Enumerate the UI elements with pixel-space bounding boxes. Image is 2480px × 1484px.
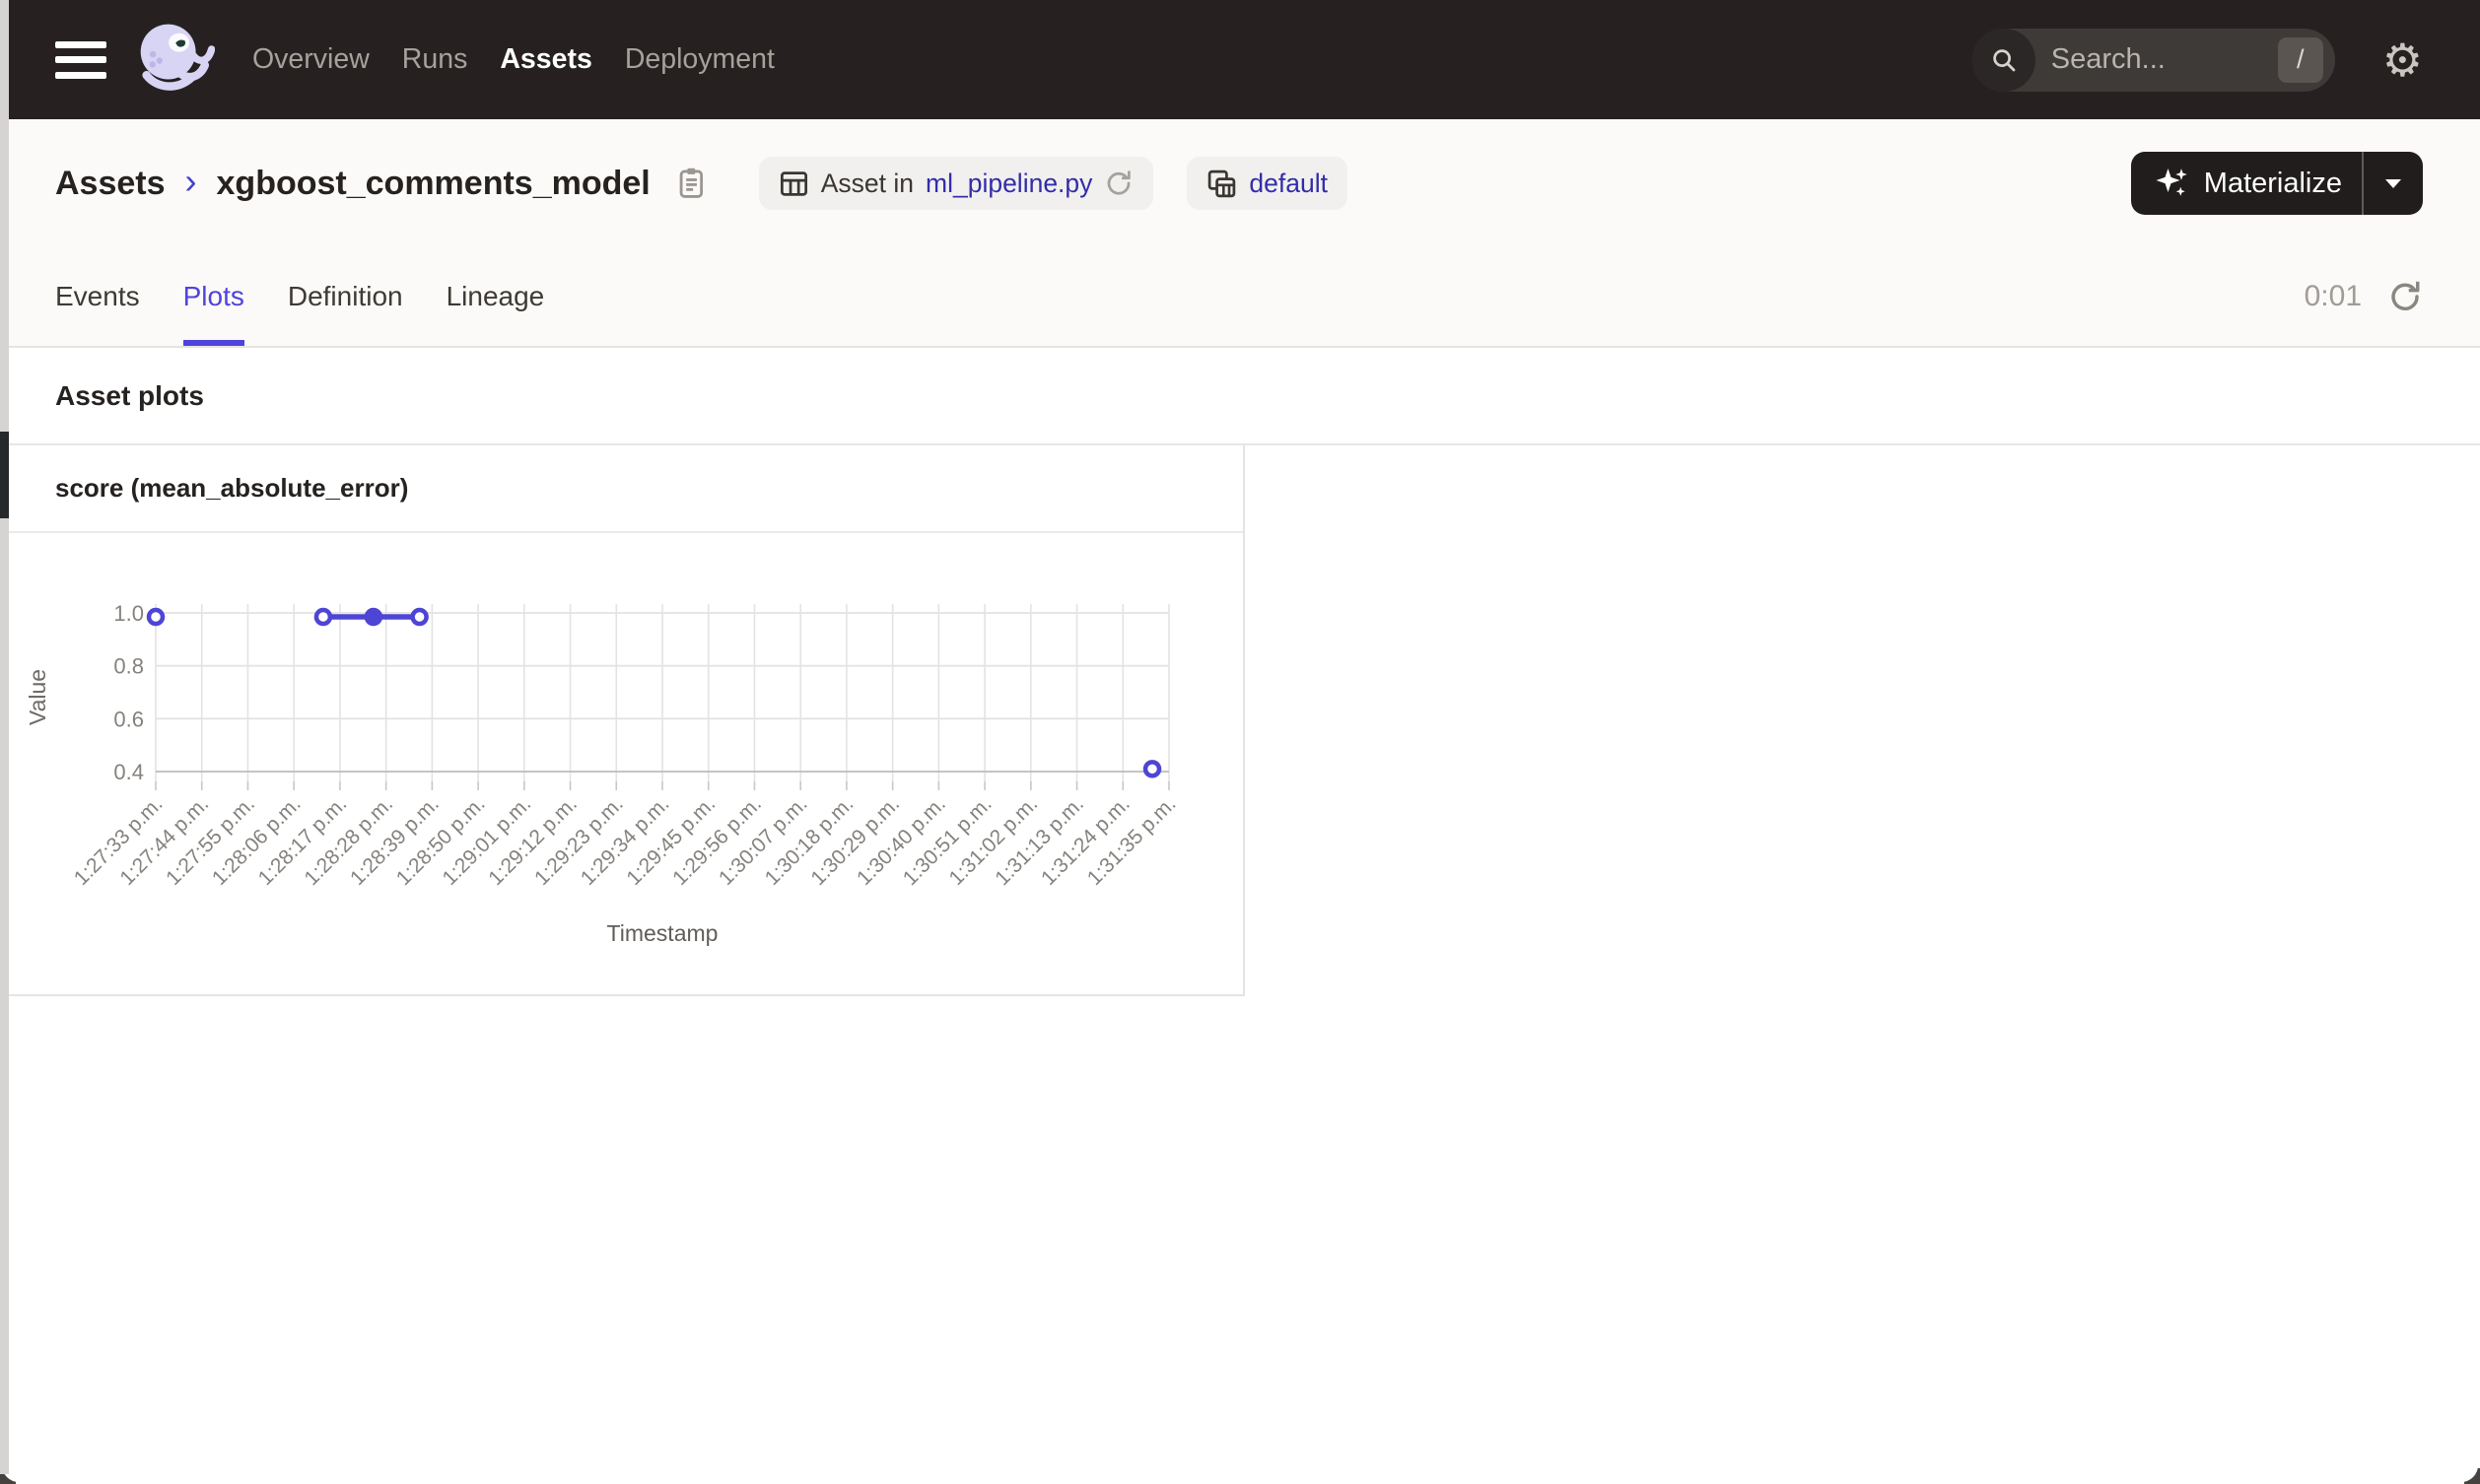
data-point[interactable] bbox=[146, 607, 166, 627]
svg-text:1.0: 1.0 bbox=[113, 601, 144, 626]
asset-header-row: Assets › xgboost_comments_model Asset in… bbox=[0, 119, 2480, 247]
reload-definition-icon[interactable] bbox=[1104, 169, 1134, 198]
asset-group-badge: default bbox=[1187, 157, 1347, 210]
line-chart[interactable]: 1:27:33 p.m. 1:27:44 p.m. 1:27:55 p.m. 1:28… bbox=[0, 533, 1243, 994]
top-nav: Overview Runs Assets Deployment / ⚙ bbox=[0, 0, 2480, 119]
asset-group-icon bbox=[1208, 169, 1236, 197]
data-point[interactable] bbox=[1142, 760, 1162, 778]
line-chart-svg[interactable]: 1:27:33 p.m.1:27:44 p.m.1:27:55 p.m.1:28… bbox=[0, 533, 1243, 994]
plot-title: score (mean_absolute_error) bbox=[55, 473, 409, 503]
svg-text:Timestamp: Timestamp bbox=[607, 920, 719, 946]
chart-series bbox=[146, 607, 1162, 778]
primary-nav-links: Overview Runs Assets Deployment bbox=[252, 43, 775, 76]
tab-events[interactable]: Events bbox=[55, 247, 140, 346]
search-box[interactable]: / bbox=[1971, 28, 2335, 92]
chart-gridlines bbox=[155, 604, 1170, 790]
tab-plots[interactable]: Plots bbox=[182, 247, 244, 346]
asset-in-label: Asset in bbox=[820, 168, 914, 198]
data-point[interactable] bbox=[410, 607, 429, 627]
page-title: xgboost_comments_model bbox=[216, 164, 651, 202]
refresh-timer: 0:01 bbox=[2304, 280, 2362, 312]
pipeline-file-link[interactable]: ml_pipeline.py bbox=[926, 169, 1092, 199]
chart-axis-labels: 1:27:33 p.m.1:27:44 p.m.1:27:55 p.m.1:28… bbox=[25, 601, 1181, 946]
nav-item-overview[interactable]: Overview bbox=[252, 43, 370, 76]
search-icon bbox=[1971, 28, 2035, 92]
breadcrumb-chevron-icon: › bbox=[184, 161, 197, 201]
section-title: Asset plots bbox=[55, 379, 204, 411]
asset-tabs-row: Events Plots Definition Lineage 0:01 bbox=[0, 247, 2480, 348]
copy-clipboard-icon[interactable] bbox=[674, 165, 708, 202]
plot-card: score (mean_absolute_error) 1:27:33 p.m.… bbox=[0, 445, 1245, 996]
data-point[interactable] bbox=[364, 607, 383, 627]
nav-item-assets[interactable]: Assets bbox=[500, 43, 591, 76]
caret-down-icon bbox=[2385, 179, 2401, 188]
sparkles-icon bbox=[2156, 169, 2187, 196]
svg-text:0.8: 0.8 bbox=[113, 654, 144, 679]
background-window-edge-dark bbox=[0, 432, 9, 518]
refresh-cluster: 0:01 bbox=[2305, 247, 2423, 346]
background-window-edge bbox=[0, 0, 9, 1474]
hamburger-menu-icon[interactable] bbox=[55, 40, 106, 79]
settings-gear-icon[interactable]: ⚙ bbox=[2382, 37, 2423, 83]
asset-plots-section-header: Asset plots bbox=[0, 348, 2480, 445]
group-default-link[interactable]: default bbox=[1249, 169, 1328, 199]
plot-card-title-row: score (mean_absolute_error) bbox=[0, 445, 1243, 533]
svg-text:0.6: 0.6 bbox=[113, 707, 144, 731]
table-icon bbox=[780, 170, 807, 196]
materialize-split-button: Materialize bbox=[2130, 152, 2423, 215]
search-shortcut-key: / bbox=[2277, 36, 2323, 83]
svg-text:0.4: 0.4 bbox=[113, 760, 144, 784]
materialize-label: Materialize bbox=[2203, 167, 2342, 199]
dagster-logo[interactable] bbox=[128, 17, 215, 103]
refresh-icon[interactable] bbox=[2387, 279, 2423, 314]
nav-item-deployment[interactable]: Deployment bbox=[625, 43, 775, 76]
svg-text:Value: Value bbox=[25, 669, 50, 725]
materialize-dropdown-button[interactable] bbox=[2362, 152, 2423, 215]
nav-item-runs[interactable]: Runs bbox=[402, 43, 468, 76]
app-window: Overview Runs Assets Deployment / ⚙ Asse… bbox=[0, 0, 2480, 1484]
materialize-button[interactable]: Materialize bbox=[2131, 152, 2362, 215]
nav-right-cluster: / ⚙ bbox=[1971, 28, 2423, 92]
asset-definition-badge: Asset in ml_pipeline.py bbox=[758, 157, 1154, 210]
tab-definition[interactable]: Definition bbox=[288, 247, 403, 346]
data-point[interactable] bbox=[313, 607, 333, 627]
breadcrumb-assets[interactable]: Assets bbox=[55, 165, 166, 203]
window-corner-bottom-right bbox=[2464, 1468, 2480, 1484]
tab-lineage[interactable]: Lineage bbox=[447, 247, 545, 346]
search-input[interactable] bbox=[2034, 43, 2278, 76]
